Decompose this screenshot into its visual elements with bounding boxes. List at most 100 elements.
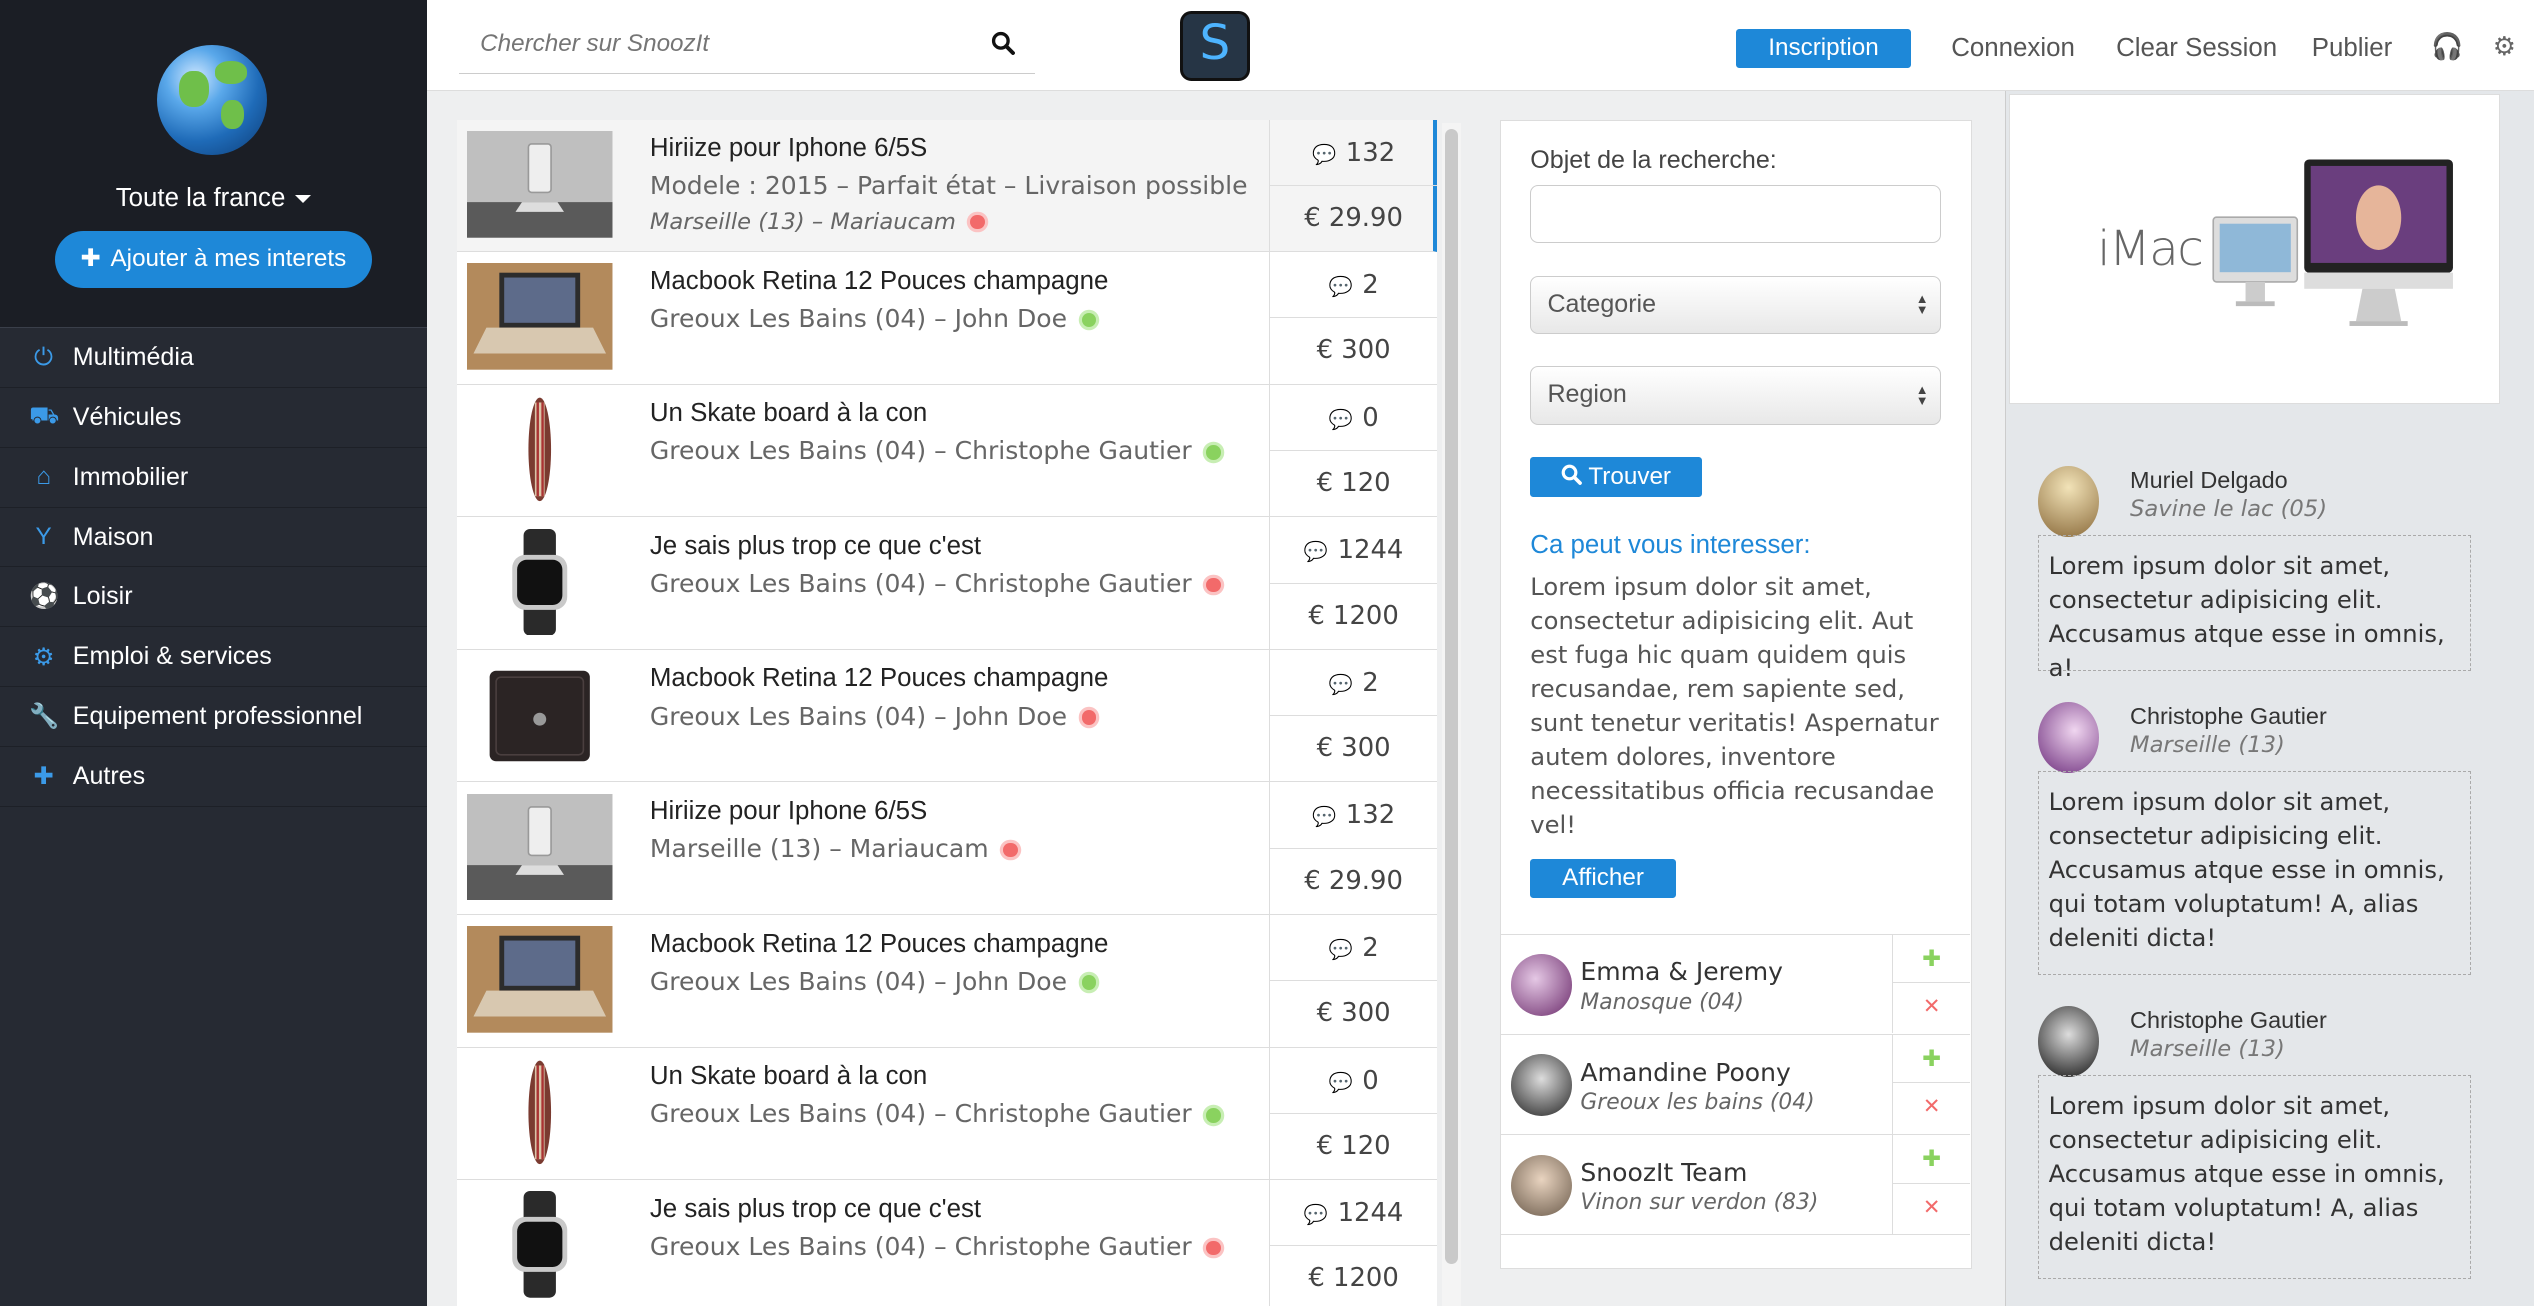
comment-count[interactable]: 💬 2	[1270, 915, 1438, 982]
listing-thumbnail[interactable]	[467, 926, 613, 1033]
avatar[interactable]	[2037, 701, 2100, 773]
sidebar-item-loisir[interactable]: ⚽ Loisir	[0, 567, 427, 628]
listing-title[interactable]: Macbook Retina 12 Pouces champagne	[650, 664, 1109, 693]
listing-item[interactable]: Je sais plus trop ce que c'est Greoux Les…	[457, 1180, 1438, 1306]
search-input[interactable]	[459, 16, 977, 72]
listing-title[interactable]: Je sais plus trop ce que c'est	[650, 532, 981, 561]
comment-count[interactable]: 💬 1244	[1270, 1180, 1438, 1247]
add-friend-icon[interactable]: ✚	[1893, 1135, 1970, 1184]
listing-title[interactable]: Macbook Retina 12 Pouces champagne	[650, 267, 1109, 296]
listing-title[interactable]: Je sais plus trop ce que c'est	[650, 1195, 981, 1224]
suggested-user-name[interactable]: Emma & Jeremy	[1580, 957, 1783, 986]
listing-item[interactable]: Macbook Retina 12 Pouces champagne Greoux…	[457, 252, 1438, 385]
show-button[interactable]: Afficher	[1530, 859, 1676, 899]
connexion-link[interactable]: Connexion	[1951, 29, 2075, 68]
wrench-icon: 🔧	[29, 702, 60, 730]
listing-scrollbar[interactable]	[1442, 122, 1462, 1306]
avatar[interactable]	[2037, 1005, 2100, 1077]
post-author-name[interactable]: Muriel Delgado	[2130, 467, 2288, 494]
listing-title[interactable]: Un Skate board à la con	[650, 1062, 927, 1091]
comment-count[interactable]: 💬 1244	[1270, 517, 1438, 584]
comment-count[interactable]: 💬 0	[1270, 385, 1438, 451]
publier-link[interactable]: Publier	[2312, 29, 2393, 68]
region-label: Toute la france	[115, 184, 286, 213]
listing-title[interactable]: Hiriize pour Iphone 6/5S	[650, 134, 927, 163]
activity-post: Christophe Gautier Marseille (13) Lorem ip…	[2037, 1005, 2507, 1279]
suggested-user-name[interactable]: Amandine Poony	[1580, 1058, 1790, 1087]
listing-subtitle: Marseille (13) – Mariaucam	[650, 834, 1018, 863]
remove-icon[interactable]: ✕	[1893, 983, 1970, 1031]
post-author-location: Marseille (13)	[2130, 1036, 2285, 1063]
suggested-user-location: Vinon sur verdon (83)	[1580, 1190, 1819, 1216]
listing-stats: 💬 2 € 300	[1269, 914, 1438, 1048]
add-friend-icon[interactable]: ✚	[1893, 1035, 1970, 1084]
sidebar-item-immobilier[interactable]: ⌂ Immobilier	[0, 448, 427, 508]
sidebar-item-vehicules[interactable]: ⛟ Véhicules	[0, 388, 427, 448]
suggested-user[interactable]: Emma & Jeremy Manosque (04) ✚ ✕	[1501, 933, 1971, 1034]
sidebar: Toute la france ✚ Ajouter à mes interets …	[0, 0, 427, 1306]
listing-item[interactable]: Un Skate board à la con Greoux Les Bains …	[457, 384, 1438, 518]
listing-thumbnail[interactable]	[467, 793, 613, 901]
listing-item[interactable]: Macbook Retina 12 Pouces champagne Greoux…	[457, 914, 1438, 1048]
sidebar-item-equipement[interactable]: 🔧 Equipement professionnel	[0, 687, 427, 747]
comment-count[interactable]: 💬 132	[1270, 120, 1438, 186]
region-dropdown[interactable]: Toute la france	[0, 184, 427, 213]
sidebar-item-label: Immobilier	[72, 462, 189, 491]
listing-title[interactable]: Un Skate board à la con	[650, 399, 927, 428]
clear-session-link[interactable]: Clear Session	[2116, 29, 2277, 68]
avatar[interactable]	[2037, 465, 2100, 537]
listing-thumbnail[interactable]	[467, 661, 613, 768]
listing-price: € 300	[1316, 733, 1391, 764]
sidebar-item-autres[interactable]: ✚ Autres	[0, 747, 427, 807]
inscription-button[interactable]: Inscription	[1736, 29, 1911, 68]
add-interest-button[interactable]: ✚ Ajouter à mes interets	[54, 231, 372, 288]
comments-icon: 💬	[1328, 1070, 1353, 1094]
suggested-user[interactable]: SnoozIt Team Vinon sur verdon (83) ✚ ✕	[1501, 1134, 1971, 1234]
scrollbar-thumb[interactable]	[1445, 129, 1459, 1265]
post-author-name[interactable]: Christophe Gautier	[2130, 1007, 2327, 1034]
home-icon: ⌂	[36, 463, 51, 491]
listing-item[interactable]: Hiriize pour Iphone 6/5S Marseille (13) –…	[457, 782, 1438, 915]
settings-icon[interactable]: ⚙	[2493, 32, 2516, 62]
imac-ad-banner[interactable]: iMac	[2008, 93, 2501, 405]
category-select[interactable]: Categorie ▲ ▼	[1530, 275, 1941, 334]
listing-thumbnail[interactable]	[467, 263, 613, 371]
remove-icon[interactable]: ✕	[1893, 1184, 1970, 1232]
listing-stats: 💬 132 € 29.90	[1269, 119, 1438, 253]
listing-thumbnail[interactable]	[467, 130, 613, 238]
listing-thumbnail[interactable]	[467, 1191, 613, 1299]
listing-thumbnail[interactable]	[467, 396, 613, 503]
suggested-user[interactable]: Amandine Poony Greoux les bains (04) ✚ ✕	[1501, 1034, 1971, 1134]
listing-thumbnail[interactable]	[467, 1058, 613, 1166]
category-select-label: Categorie	[1547, 289, 1657, 318]
find-button[interactable]: Trouver	[1530, 456, 1702, 498]
avatar[interactable]	[1510, 1054, 1573, 1116]
suggested-user-name[interactable]: SnoozIt Team	[1580, 1158, 1747, 1187]
listing-thumbnail[interactable]	[467, 528, 613, 636]
remove-icon[interactable]: ✕	[1893, 1083, 1970, 1131]
post-author-name[interactable]: Christophe Gautier	[2130, 703, 2327, 730]
comment-count[interactable]: 💬 2	[1270, 650, 1438, 717]
comment-count[interactable]: 💬 132	[1270, 782, 1438, 849]
listing-item[interactable]: Je sais plus trop ce que c'est Greoux Les…	[457, 517, 1438, 650]
headphones-icon[interactable]: 🎧	[2431, 32, 2463, 62]
listing-item[interactable]: Hiriize pour Iphone 6/5S Modele : 2015 – …	[457, 119, 1438, 253]
status-dot-icon	[1206, 445, 1221, 460]
search-object-input[interactable]	[1530, 185, 1941, 244]
avatar[interactable]	[1510, 954, 1573, 1016]
sidebar-item-multimedia[interactable]: ⏻ Multimédia	[0, 328, 427, 388]
listing-item[interactable]: Un Skate board à la con Greoux Les Bains …	[457, 1047, 1438, 1181]
listing-item[interactable]: Macbook Retina 12 Pouces champagne Greoux…	[457, 649, 1438, 783]
listing-title[interactable]: Hiriize pour Iphone 6/5S	[650, 797, 927, 826]
comment-count[interactable]: 💬 2	[1270, 252, 1438, 319]
sidebar-item-emploi[interactable]: ⚙ Emploi & services	[0, 627, 427, 688]
avatar[interactable]	[1510, 1154, 1573, 1217]
snoozit-logo[interactable]: S	[1180, 11, 1250, 81]
sidebar-item-maison[interactable]: Y Maison	[0, 508, 427, 568]
region-select[interactable]: Region ▲ ▼	[1530, 366, 1941, 425]
listing-title[interactable]: Macbook Retina 12 Pouces champagne	[650, 930, 1109, 959]
suggested-user-location: Greoux les bains (04)	[1580, 1089, 1815, 1115]
search-icon[interactable]	[991, 31, 1015, 55]
comment-count[interactable]: 💬 0	[1270, 1048, 1438, 1114]
add-friend-icon[interactable]: ✚	[1893, 935, 1970, 984]
